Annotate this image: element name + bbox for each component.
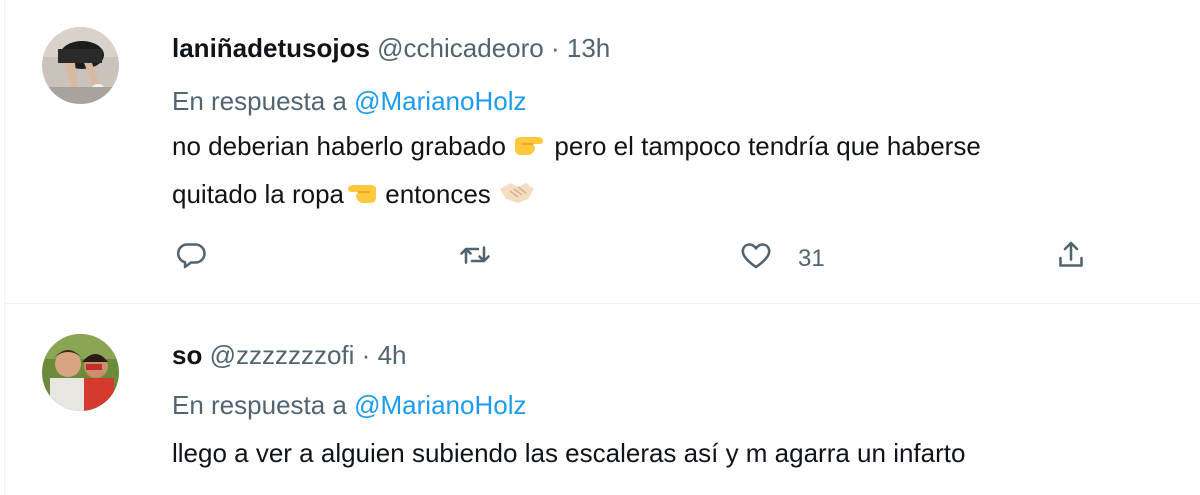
share-button[interactable] — [1053, 237, 1089, 280]
share-icon — [1053, 237, 1089, 280]
tweet-text: no deberian haberlo grabado pero el tamp… — [172, 124, 981, 220]
text-segment: quitado la ropa — [172, 179, 345, 209]
text-segment: pero el tampoco tendría que haberse — [554, 131, 981, 161]
retweet-icon — [457, 237, 493, 280]
display-name[interactable]: laniñadetusojos — [172, 33, 370, 63]
reply-context: En respuesta a @MarianoHolz — [172, 390, 526, 421]
like-count: 31 — [798, 244, 825, 272]
separator-dot: · — [550, 33, 560, 63]
tweet-header: laniñadetusojos @cchicadeoro · 13h — [172, 33, 610, 64]
tweet[interactable]: so @zzzzzzzofi · 4h En respuesta a @Mari… — [5, 304, 1200, 495]
pointing-left-hand-icon — [344, 176, 378, 220]
timestamp[interactable]: 4h — [378, 340, 407, 370]
separator-dot: · — [361, 340, 371, 370]
text-segment: entonces — [385, 179, 491, 209]
text-segment: no deberian haberlo grabado — [172, 131, 506, 161]
user-handle[interactable]: @cchicadeoro — [377, 33, 544, 63]
heart-icon — [738, 237, 774, 280]
reply-mention-link[interactable]: @MarianoHolz — [354, 86, 526, 116]
tweet[interactable]: laniñadetusojos @cchicadeoro · 13h En re… — [5, 0, 1200, 304]
reply-prefix: En respuesta a — [172, 390, 347, 420]
tweet-header: so @zzzzzzzofi · 4h — [172, 340, 407, 371]
avatar[interactable] — [42, 27, 119, 104]
avatar[interactable] — [42, 334, 119, 411]
timestamp[interactable]: 13h — [567, 33, 610, 63]
tweet-actions: 31 — [5, 237, 1200, 281]
reply-button[interactable] — [173, 237, 209, 280]
pointing-right-hand-icon — [513, 128, 547, 172]
reply-mention-link[interactable]: @MarianoHolz — [354, 390, 526, 420]
reply-icon — [173, 237, 209, 280]
tweet-text: llego a ver a alguien subiendo las escal… — [172, 438, 966, 468]
reply-context: En respuesta a @MarianoHolz — [172, 86, 526, 117]
display-name[interactable]: so — [172, 340, 202, 370]
handshake-icon — [498, 176, 536, 220]
user-handle[interactable]: @zzzzzzzofi — [210, 340, 355, 370]
retweet-button[interactable] — [457, 237, 493, 280]
like-button[interactable]: 31 — [738, 237, 825, 280]
reply-prefix: En respuesta a — [172, 86, 347, 116]
